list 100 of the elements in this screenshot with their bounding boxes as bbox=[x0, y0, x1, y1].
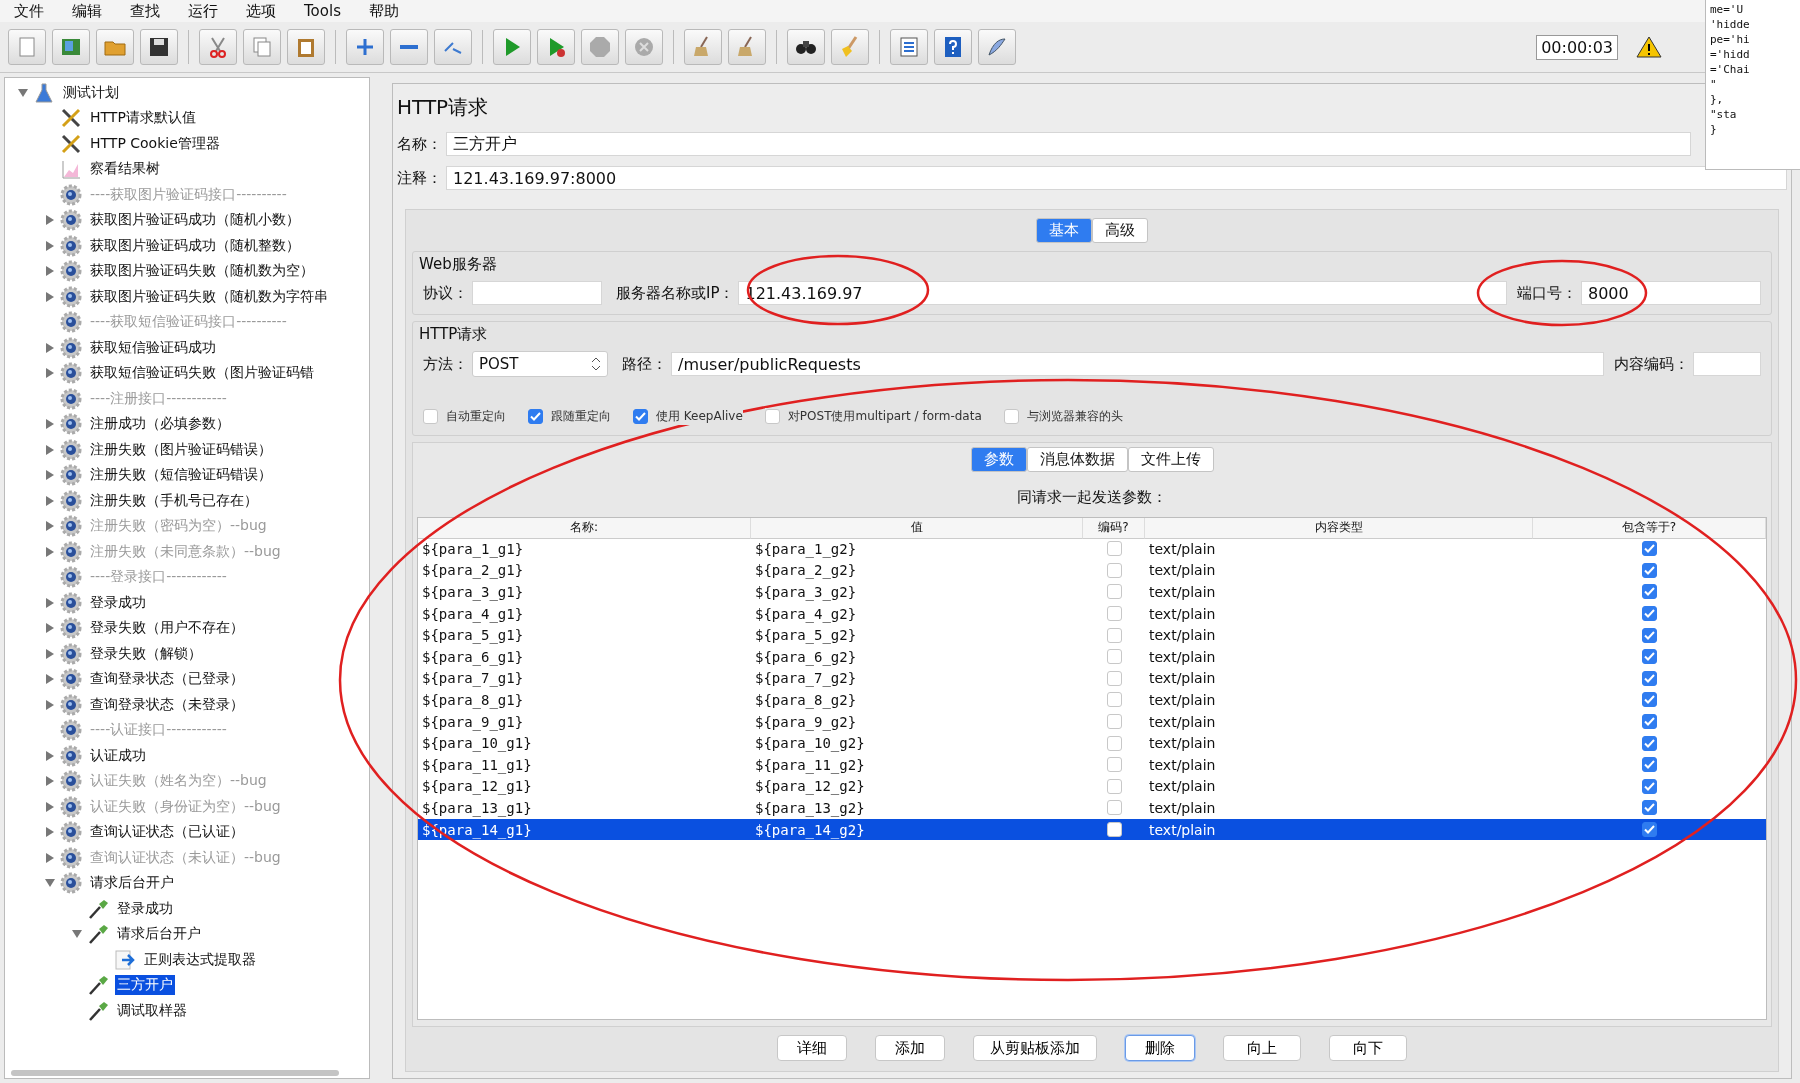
action-button[interactable]: 从剪贴板添加 bbox=[973, 1035, 1097, 1061]
include-checkbox[interactable] bbox=[1642, 822, 1657, 837]
tree-item[interactable]: 请求后台开户 bbox=[115, 924, 203, 945]
tab[interactable]: 高级 bbox=[1092, 218, 1148, 243]
encode-checkbox[interactable] bbox=[1106, 606, 1122, 622]
column-header[interactable]: 编码? bbox=[1083, 517, 1145, 539]
encode-checkbox[interactable] bbox=[1106, 649, 1122, 665]
encode-checkbox[interactable] bbox=[1106, 670, 1122, 686]
expand-arrow-icon[interactable] bbox=[44, 290, 56, 303]
expand-arrow-icon[interactable] bbox=[44, 443, 56, 456]
tree-item[interactable]: 获取图片验证码失败（随机数为字符串 bbox=[88, 286, 330, 307]
action-button[interactable]: 删除 bbox=[1125, 1035, 1195, 1061]
tree-item[interactable]: 获取短信验证码失败（图片验证码错 bbox=[88, 363, 316, 384]
tab[interactable]: 消息体数据 bbox=[1026, 447, 1128, 472]
include-checkbox[interactable] bbox=[1642, 584, 1657, 600]
menu-item[interactable]: 编辑 bbox=[72, 0, 102, 22]
expand-arrow-icon[interactable] bbox=[44, 673, 56, 686]
column-header[interactable]: 名称: bbox=[418, 517, 751, 539]
include-checkbox[interactable] bbox=[1642, 692, 1657, 708]
expand-arrow-icon[interactable] bbox=[44, 239, 56, 252]
menu-item[interactable]: 查找 bbox=[130, 0, 160, 22]
tree-item[interactable]: 登录失败（解锁） bbox=[88, 643, 204, 664]
table-row[interactable]: ${para_11_g1} ${para_11_g2} text/plain bbox=[418, 753, 1766, 776]
include-checkbox[interactable] bbox=[1642, 606, 1657, 622]
include-checkbox[interactable] bbox=[1642, 714, 1657, 730]
encode-checkbox[interactable] bbox=[1106, 584, 1122, 600]
include-checkbox[interactable] bbox=[1642, 541, 1657, 557]
encode-checkbox[interactable] bbox=[1106, 541, 1122, 557]
column-header[interactable]: 包含等于? bbox=[1533, 517, 1766, 539]
tree-item[interactable]: 查询认证状态（已认证） bbox=[88, 822, 246, 843]
encode-checkbox[interactable] bbox=[1106, 800, 1122, 816]
menu-item[interactable]: Tools bbox=[304, 0, 341, 22]
table-row[interactable]: ${para_2_g1} ${para_2_g2} text/plain bbox=[418, 559, 1766, 582]
expand-arrow-icon[interactable] bbox=[44, 596, 56, 609]
expand-arrow-icon[interactable] bbox=[44, 622, 56, 635]
menu-item[interactable]: 选项 bbox=[246, 0, 276, 22]
table-row[interactable]: ${para_6_g1} ${para_6_g2} text/plain bbox=[418, 645, 1766, 668]
include-checkbox[interactable] bbox=[1642, 649, 1657, 665]
toolbar-button[interactable] bbox=[787, 29, 825, 65]
name-field[interactable]: 三方开户 bbox=[446, 132, 1691, 156]
tree-item[interactable]: 调试取样器 bbox=[115, 1000, 189, 1021]
include-checkbox[interactable] bbox=[1642, 778, 1657, 794]
action-button[interactable]: 向下 bbox=[1329, 1035, 1407, 1061]
checkbox[interactable] bbox=[423, 409, 438, 424]
include-checkbox[interactable] bbox=[1642, 627, 1657, 643]
table-row[interactable]: ${para_4_g1} ${para_4_g2} text/plain bbox=[418, 602, 1766, 625]
collapse-arrow-icon[interactable] bbox=[17, 86, 29, 99]
table-row[interactable]: ${para_7_g1} ${para_7_g2} text/plain bbox=[418, 667, 1766, 690]
expand-arrow-icon[interactable] bbox=[44, 214, 56, 227]
include-checkbox[interactable] bbox=[1642, 562, 1657, 578]
tree-item[interactable]: 获取图片验证码成功（随机整数） bbox=[88, 235, 302, 256]
tree-item[interactable]: 察看结果树 bbox=[88, 159, 162, 180]
method-dropdown[interactable]: POST bbox=[472, 351, 608, 377]
tree-item[interactable]: 注册成功（必填参数） bbox=[88, 414, 232, 435]
expand-arrow-icon[interactable] bbox=[44, 367, 56, 380]
menu-item[interactable]: 运行 bbox=[188, 0, 218, 22]
tree-item[interactable]: 获取短信验证码成功 bbox=[88, 337, 218, 358]
table-row[interactable]: ${para_3_g1} ${para_3_g2} text/plain bbox=[418, 581, 1766, 603]
tree-item[interactable]: HTTP Cookie管理器 bbox=[88, 133, 222, 154]
encode-checkbox[interactable] bbox=[1106, 735, 1122, 751]
encode-checkbox[interactable] bbox=[1106, 778, 1122, 794]
include-checkbox[interactable] bbox=[1642, 800, 1657, 816]
expand-arrow-icon[interactable] bbox=[44, 749, 56, 762]
tree-item[interactable]: HTTP请求默认值 bbox=[88, 108, 198, 129]
expand-arrow-icon[interactable] bbox=[44, 469, 56, 482]
tab[interactable]: 基本 bbox=[1036, 218, 1092, 243]
table-row[interactable]: ${para_13_g1} ${para_13_g2} text/plain bbox=[418, 797, 1766, 819]
include-checkbox[interactable] bbox=[1642, 735, 1657, 751]
include-checkbox[interactable] bbox=[1642, 757, 1657, 773]
toolbar-button[interactable] bbox=[140, 29, 178, 65]
action-button[interactable]: 向上 bbox=[1223, 1035, 1301, 1061]
table-row[interactable]: ${para_8_g1} ${para_8_g2} text/plain bbox=[418, 689, 1766, 711]
expand-arrow-icon[interactable] bbox=[44, 647, 56, 660]
include-checkbox[interactable] bbox=[1642, 670, 1657, 686]
tree-item[interactable]: 请求后台开户 bbox=[88, 873, 176, 894]
menu-item[interactable]: 文件 bbox=[14, 0, 44, 22]
path-field[interactable]: /muser/publicRequests bbox=[671, 352, 1604, 376]
checkbox[interactable] bbox=[633, 409, 648, 424]
tree-item[interactable]: 获取图片验证码失败（随机数为空） bbox=[88, 261, 316, 282]
tree-item[interactable]: 登录成功 bbox=[115, 898, 175, 919]
tree-item[interactable]: 登录失败（用户不存在） bbox=[88, 618, 246, 639]
tree-item[interactable]: 注册失败（图片验证码错误） bbox=[88, 439, 274, 460]
tree-item[interactable]: 获取图片验证码成功（随机小数） bbox=[88, 210, 302, 231]
expand-arrow-icon[interactable] bbox=[44, 265, 56, 278]
warning-icon[interactable] bbox=[1636, 35, 1662, 59]
encode-checkbox[interactable] bbox=[1106, 757, 1122, 773]
checkbox[interactable] bbox=[528, 409, 543, 424]
encode-checkbox[interactable] bbox=[1106, 714, 1122, 730]
tab[interactable]: 参数 bbox=[970, 447, 1027, 472]
tree-item[interactable]: 测试计划 bbox=[61, 82, 121, 103]
table-row[interactable]: ${para_1_g1} ${para_1_g2} text/plain bbox=[418, 538, 1766, 560]
encoding-field[interactable] bbox=[1693, 352, 1761, 376]
tree-item[interactable]: 三方开户 bbox=[115, 975, 175, 996]
table-row[interactable]: ${para_10_g1} ${para_10_g2} text/plain bbox=[418, 732, 1766, 754]
column-header[interactable]: 值 bbox=[751, 517, 1083, 539]
tree-item[interactable]: 认证成功 bbox=[88, 745, 148, 766]
expand-arrow-icon[interactable] bbox=[44, 494, 56, 507]
table-row[interactable]: ${para_12_g1} ${para_12_g2} text/plain bbox=[418, 775, 1766, 798]
column-header[interactable]: 内容类型 bbox=[1145, 517, 1533, 539]
table-row[interactable]: ${para_5_g1} ${para_5_g2} text/plain bbox=[418, 624, 1766, 646]
